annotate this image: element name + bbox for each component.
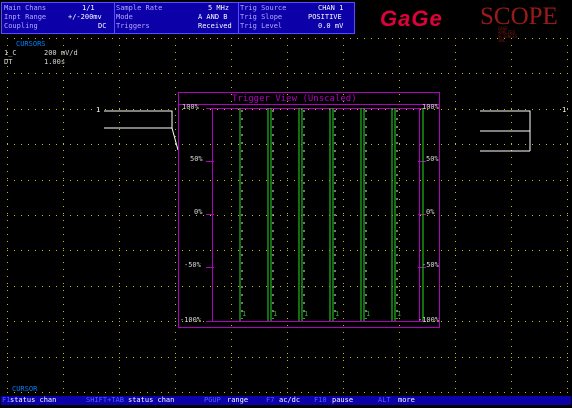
pulse-marker: 1 <box>242 310 247 318</box>
channel-1-trace-left <box>104 110 173 129</box>
help-key[interactable]: ALT <box>378 397 391 404</box>
pulse-marker: 1 <box>397 310 402 318</box>
y-label-0-right: 0% <box>426 208 435 216</box>
help-desc: status chan <box>10 396 57 404</box>
oscilloscope-screen: Main Chans 1/1 Sample Rate 5 MHz Trig So… <box>0 0 572 408</box>
readout-label: 1_C <box>4 49 17 57</box>
pulse-marker: 1 <box>335 310 340 318</box>
y-label-100-right: 100% <box>422 103 439 111</box>
trigger-view-title: Trigger View (Unscaled) <box>232 94 357 104</box>
help-desc: ac/dc <box>279 396 301 404</box>
help-key[interactable]: F7 <box>266 397 274 404</box>
y-label-100: 100% <box>182 103 199 111</box>
bottom-cursor-label: CURSOR <box>12 385 38 393</box>
help-key[interactable]: F10 <box>314 397 327 404</box>
readout-label: DT <box>4 58 13 66</box>
y-label-50: 50% <box>190 155 203 163</box>
y-label-50-right: 50% <box>426 155 439 163</box>
channel-1-marker-right[interactable]: 1 <box>562 107 566 114</box>
help-desc: status chan <box>128 396 175 404</box>
pulse-marker: 1 <box>366 310 371 318</box>
help-desc: range <box>227 396 249 404</box>
channel-1-trace-right <box>480 110 531 132</box>
help-desc: pause <box>332 396 354 404</box>
pulse-marker: 1 <box>273 310 278 318</box>
y-label-minus100-right: -100% <box>418 316 440 324</box>
help-key[interactable]: PGUP <box>204 397 221 404</box>
function-key-help-bar: F1 status chan SHIFT+TAB status chan PGU… <box>1 396 571 405</box>
y-label-minus100: -100% <box>180 316 202 324</box>
readout-value: 200 mV/d <box>44 49 78 57</box>
cursors-title: CURSORS <box>16 40 46 48</box>
y-label-minus50: -50% <box>184 261 201 269</box>
y-label-minus50-right: -50% <box>422 261 439 269</box>
trigger-view-plot <box>178 92 440 328</box>
trigger-view-window[interactable]: Trigger View (Unscaled) 100% 50% 0% -50%… <box>178 92 440 328</box>
help-desc: more <box>398 396 415 404</box>
channel-1-marker-left[interactable]: 1 <box>96 107 100 114</box>
pulse-marker: 1 <box>304 310 309 318</box>
y-label-0: 0% <box>194 208 203 216</box>
readout-value: 1.00s <box>44 58 66 66</box>
help-key[interactable]: SHIFT+TAB <box>86 397 124 404</box>
